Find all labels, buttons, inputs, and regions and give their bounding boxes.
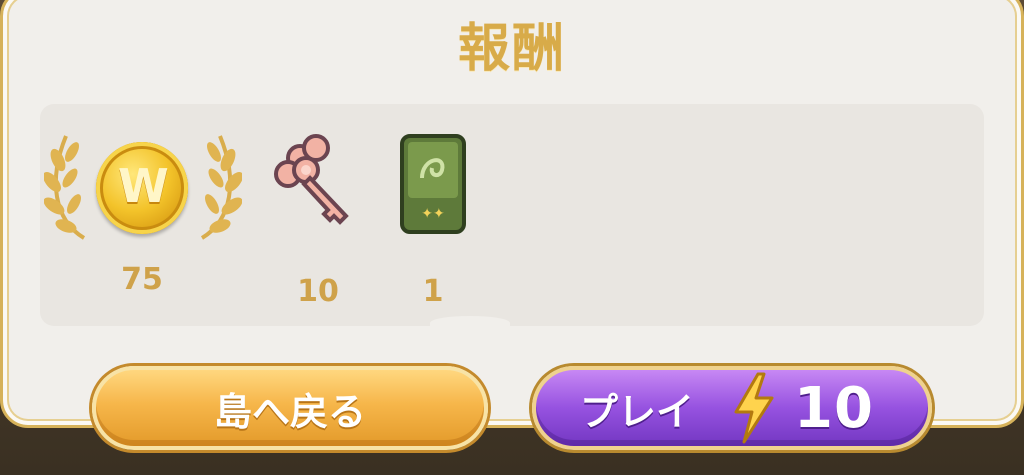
play-button[interactable]: プレイ 10 xyxy=(532,366,932,450)
key-amount: 10 xyxy=(297,274,339,309)
panel-notch xyxy=(430,316,510,330)
card-pack-amount: 1 xyxy=(422,274,444,309)
dialog-title: 報酬 xyxy=(457,19,566,79)
left-laurel-icon xyxy=(43,130,96,242)
svg-text:✦✦: ✦✦ xyxy=(421,206,445,222)
coin-face-glyph: W xyxy=(118,159,169,213)
back-to-island-label: 島へ戻る xyxy=(213,389,366,434)
coin-amount: 75 xyxy=(121,262,163,297)
play-energy-cost: 10 xyxy=(794,375,874,441)
right-laurel-icon xyxy=(190,130,243,242)
back-to-island-button[interactable]: 島へ戻る xyxy=(92,366,488,450)
key-icon xyxy=(272,132,364,238)
play-label: プレイ xyxy=(580,389,695,434)
gold-coin-icon: W xyxy=(96,142,188,234)
card-pack-icon: ✦✦ xyxy=(398,132,468,236)
energy-bolt-icon xyxy=(734,372,774,444)
